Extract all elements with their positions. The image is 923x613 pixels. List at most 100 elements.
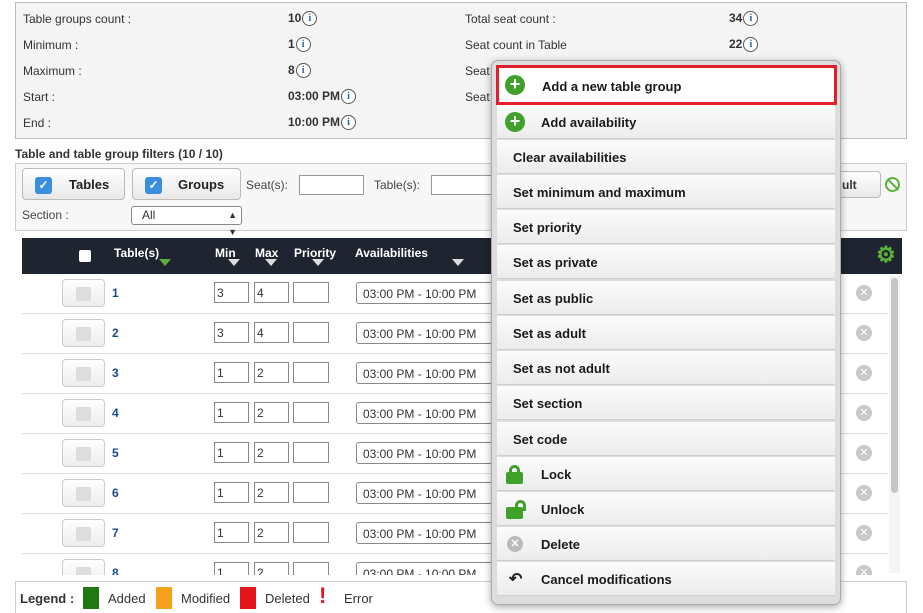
max-input[interactable]: 2	[254, 402, 289, 423]
max-input[interactable]: 2	[254, 362, 289, 383]
delete-row-icon[interactable]: ✕	[856, 285, 872, 301]
sort-arrow-icon[interactable]	[159, 259, 171, 266]
tables-checkbox[interactable]: ✓	[35, 177, 52, 194]
delete-row-icon[interactable]: ✕	[856, 565, 872, 575]
groups-checkbox[interactable]: ✓	[145, 177, 162, 194]
header-priority[interactable]: Priority	[294, 246, 336, 260]
info-icon[interactable]: i	[295, 63, 311, 79]
groups-toggle-button[interactable]: ✓ Groups	[132, 168, 241, 200]
availability-field[interactable]: 03:00 PM - 10:00 PM	[356, 522, 506, 544]
max-input[interactable]: 4	[254, 282, 289, 303]
table-number[interactable]: 6	[112, 486, 119, 500]
table-number[interactable]: 5	[112, 446, 119, 460]
min-input[interactable]: 1	[214, 562, 249, 575]
availability-field[interactable]: 03:00 PM - 10:00 PM	[356, 282, 506, 304]
info-icon[interactable]: i	[295, 37, 311, 53]
sort-arrow-icon[interactable]	[228, 259, 240, 266]
priority-input[interactable]	[293, 522, 329, 543]
max-input[interactable]: 2	[254, 482, 289, 503]
priority-input[interactable]	[293, 282, 329, 303]
row-select-button[interactable]	[62, 399, 105, 427]
table-number[interactable]: 4	[112, 406, 119, 420]
info-icon[interactable]: i	[341, 89, 357, 105]
table-number[interactable]: 1	[112, 286, 119, 300]
table-number[interactable]: 2	[112, 326, 119, 340]
seats-filter-input[interactable]	[299, 175, 364, 195]
availability-field[interactable]: 03:00 PM - 10:00 PM	[356, 322, 506, 344]
menu-item-set-private[interactable]: Set as private	[497, 245, 835, 279]
section-select[interactable]: All ▲ ▼	[131, 206, 242, 237]
table-number[interactable]: 7	[112, 526, 119, 540]
menu-item-add-availability[interactable]: + Add availability	[497, 105, 835, 139]
min-input[interactable]: 1	[214, 482, 249, 503]
menu-item-add-table-group[interactable]: + Add a new table group	[496, 65, 837, 105]
delete-row-icon[interactable]: ✕	[856, 365, 872, 381]
availability-field[interactable]: 03:00 PM - 10:00 PM	[356, 402, 506, 424]
header-min[interactable]: Min	[215, 246, 236, 260]
scrollbar-thumb[interactable]	[891, 278, 898, 493]
row-select-button[interactable]	[62, 479, 105, 507]
availability-field[interactable]: 03:00 PM - 10:00 PM	[356, 562, 506, 575]
max-input[interactable]: 2	[254, 442, 289, 463]
availability-field[interactable]: 03:00 PM - 10:00 PM	[356, 362, 506, 384]
info-icon[interactable]: i	[341, 115, 357, 131]
min-input[interactable]: 3	[214, 282, 249, 303]
row-select-button[interactable]	[62, 439, 105, 467]
header-tables[interactable]: Table(s)	[114, 246, 159, 260]
table-number[interactable]: 8	[112, 566, 119, 575]
priority-input[interactable]	[293, 562, 329, 575]
gear-icon[interactable]: ⚙	[876, 244, 896, 266]
info-icon[interactable]: i	[743, 37, 759, 53]
adult-filter-button[interactable]: ult	[834, 171, 881, 198]
min-input[interactable]: 1	[214, 522, 249, 543]
min-input[interactable]: 1	[214, 362, 249, 383]
delete-row-icon[interactable]: ✕	[856, 445, 872, 461]
menu-item-clear-availabilities[interactable]: Clear availabilities	[497, 140, 835, 174]
delete-row-icon[interactable]: ✕	[856, 485, 872, 501]
row-select-button[interactable]	[62, 519, 105, 547]
info-icon[interactable]: i	[743, 11, 759, 27]
priority-input[interactable]	[293, 362, 329, 383]
menu-item-set-priority[interactable]: Set priority	[497, 210, 835, 244]
delete-row-icon[interactable]: ✕	[856, 525, 872, 541]
menu-item-lock[interactable]: Lock	[497, 457, 835, 491]
menu-item-delete[interactable]: ✕ Delete	[497, 527, 835, 561]
min-input[interactable]: 1	[214, 402, 249, 423]
row-select-button[interactable]	[62, 559, 105, 575]
tables-toggle-button[interactable]: ✓ Tables	[22, 168, 125, 200]
priority-input[interactable]	[293, 482, 329, 503]
max-input[interactable]: 2	[254, 522, 289, 543]
delete-row-icon[interactable]: ✕	[856, 405, 872, 421]
priority-input[interactable]	[293, 402, 329, 423]
availability-field[interactable]: 03:00 PM - 10:00 PM	[356, 482, 506, 504]
max-input[interactable]: 4	[254, 322, 289, 343]
menu-item-set-code[interactable]: Set code	[497, 422, 835, 456]
priority-input[interactable]	[293, 322, 329, 343]
sort-arrow-icon[interactable]	[312, 259, 324, 266]
menu-item-set-section[interactable]: Set section	[497, 386, 835, 420]
row-select-button[interactable]	[62, 359, 105, 387]
table-number[interactable]: 3	[112, 366, 119, 380]
delete-row-icon[interactable]: ✕	[856, 325, 872, 341]
sort-arrow-icon[interactable]	[452, 259, 464, 266]
tables-filter-input[interactable]	[431, 175, 496, 195]
max-input[interactable]: 2	[254, 562, 289, 575]
availability-field[interactable]: 03:00 PM - 10:00 PM	[356, 442, 506, 464]
menu-item-set-public[interactable]: Set as public	[497, 281, 835, 315]
priority-input[interactable]	[293, 442, 329, 463]
clear-filters-icon[interactable]	[885, 177, 900, 192]
info-icon[interactable]: i	[302, 11, 318, 27]
sort-arrow-icon[interactable]	[265, 259, 277, 266]
min-input[interactable]: 3	[214, 322, 249, 343]
header-availabilities[interactable]: Availabilities	[355, 246, 428, 260]
menu-item-cancel-modifications[interactable]: ↶ Cancel modifications	[497, 562, 835, 596]
menu-item-set-not-adult[interactable]: Set as not adult	[497, 351, 835, 385]
menu-item-unlock[interactable]: Unlock	[497, 492, 835, 526]
row-select-button[interactable]	[62, 319, 105, 347]
table-scrollbar[interactable]	[889, 276, 900, 573]
menu-item-set-min-max[interactable]: Set minimum and maximum	[497, 175, 835, 209]
row-select-button[interactable]	[62, 279, 105, 307]
header-max[interactable]: Max	[255, 246, 278, 260]
min-input[interactable]: 1	[214, 442, 249, 463]
select-all-checkbox[interactable]	[79, 250, 91, 262]
